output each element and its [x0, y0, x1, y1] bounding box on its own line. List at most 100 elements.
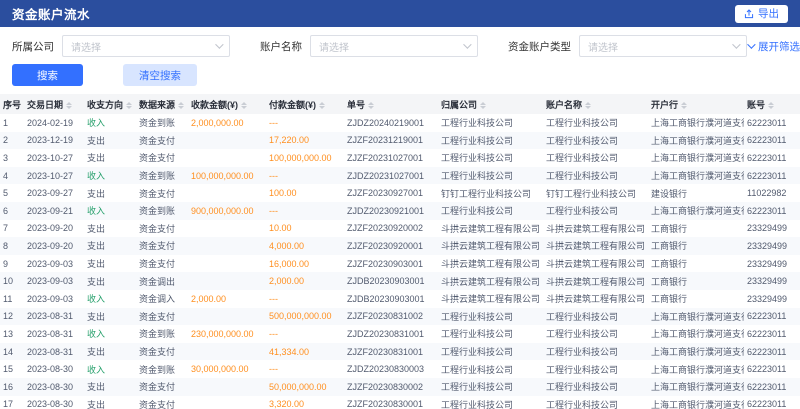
cell-number: 62223011 [744, 343, 800, 361]
sort-icon[interactable] [241, 102, 247, 109]
cell-receipt [188, 272, 266, 290]
cell-direction: 收入 [84, 202, 136, 220]
cell-number: 23329499 [744, 237, 800, 255]
cell-receipt [188, 378, 266, 396]
sort-icon[interactable] [66, 102, 72, 109]
column-header-label: 开户行 [651, 100, 678, 110]
sort-icon[interactable] [480, 102, 486, 109]
company-select[interactable]: 请选择 [62, 35, 230, 57]
table-row: 112023-09-03收入资金调入2,000.00---ZJDB2023090… [0, 290, 800, 308]
export-button[interactable]: 导出 [735, 5, 788, 23]
cell-number: 62223011 [744, 396, 800, 409]
cell-bank: 上海工商银行濮河道支行 [648, 396, 744, 409]
table-row: 22023-12-19支出资金支付17,220.00ZJZF2023121900… [0, 132, 800, 150]
column-header[interactable]: 账户名称 [543, 94, 648, 114]
cell-payment: 17,220.00 [266, 132, 344, 150]
column-header[interactable]: 数据来源 [136, 94, 188, 114]
cell-company: 工程行业科技公司 [438, 378, 543, 396]
cell-bank: 上海工商银行濮河道支行 [648, 325, 744, 343]
cell-number: 23329499 [744, 220, 800, 238]
cell-direction: 支出 [84, 378, 136, 396]
cell-direction: 支出 [84, 237, 136, 255]
table-row: 142023-08-31支出资金支付41,334.00ZJZF202308310… [0, 343, 800, 361]
column-header[interactable]: 付款金额(¥) [266, 94, 344, 114]
sort-icon[interactable] [585, 102, 591, 109]
cell-receipt: 900,000,000.00 [188, 202, 266, 220]
cell-source: 资金支付 [136, 308, 188, 326]
cell-source: 资金支付 [136, 220, 188, 238]
cell-no: 12 [0, 308, 24, 326]
cell-receipt [188, 237, 266, 255]
column-header[interactable]: 单号 [344, 94, 438, 114]
chevron-down-icon [463, 40, 471, 48]
table-row: 62023-09-21收入资金到账900,000,000.00---ZJDZ20… [0, 202, 800, 220]
cell-number: 62223011 [744, 132, 800, 150]
column-header[interactable]: 交易日期 [24, 94, 84, 114]
cell-company: 工程行业科技公司 [438, 396, 543, 409]
cell-date: 2023-08-31 [24, 325, 84, 343]
cell-account: 工程行业科技公司 [543, 114, 648, 132]
cell-receipt [188, 396, 266, 409]
cell-no: 10 [0, 272, 24, 290]
account-type-select[interactable]: 请选择 [579, 35, 747, 57]
cell-bank: 上海工商银行濮河道支行 [648, 378, 744, 396]
expand-filters-link[interactable]: 展开筛选 [747, 39, 800, 54]
column-header-label: 归属公司 [441, 100, 477, 110]
clear-search-button[interactable]: 清空搜索 [123, 64, 197, 86]
cell-company: 工程行业科技公司 [438, 167, 543, 185]
cell-source: 资金调出 [136, 272, 188, 290]
sort-icon[interactable] [126, 102, 132, 109]
actions-row: 搜索 清空搜索 [0, 57, 800, 94]
account-name-select[interactable]: 请选择 [310, 35, 478, 57]
cell-no: 5 [0, 184, 24, 202]
cell-no: 3 [0, 149, 24, 167]
sort-icon[interactable] [681, 102, 687, 109]
cell-account: 斗拱云建筑工程有限公司 [543, 220, 648, 238]
cell-direction: 支出 [84, 132, 136, 150]
table-row: 152023-08-30收入资金到账30,000,000.00---ZJDZ20… [0, 360, 800, 378]
company-select-placeholder: 请选择 [71, 39, 101, 54]
cell-receipt [188, 308, 266, 326]
column-header[interactable]: 开户行 [648, 94, 744, 114]
cell-order: ZJDB20230903001 [344, 290, 438, 308]
cell-receipt: 2,000,000.00 [188, 114, 266, 132]
sort-icon[interactable] [178, 102, 184, 109]
cell-date: 2023-09-20 [24, 220, 84, 238]
cell-no: 7 [0, 220, 24, 238]
cell-receipt [188, 255, 266, 273]
cell-direction: 收入 [84, 114, 136, 132]
search-button[interactable]: 搜索 [12, 64, 83, 86]
cell-direction: 收入 [84, 290, 136, 308]
cell-account: 斗拱云建筑工程有限公司 [543, 290, 648, 308]
cell-receipt [188, 220, 266, 238]
cell-order: ZJDZ20230831001 [344, 325, 438, 343]
cell-account: 斗拱云建筑工程有限公司 [543, 237, 648, 255]
cell-source: 资金到账 [136, 325, 188, 343]
cell-direction: 收入 [84, 360, 136, 378]
table-row: 102023-09-03支出资金调出2,000.00ZJDB2023090300… [0, 272, 800, 290]
cell-number: 62223011 [744, 360, 800, 378]
page-title: 资金账户流水 [12, 4, 90, 23]
cell-company: 斗拱云建筑工程有限公司 [438, 220, 543, 238]
column-header[interactable]: 收款金额(¥) [188, 94, 266, 114]
cell-date: 2023-10-27 [24, 167, 84, 185]
cell-order: ZJDZ20231027001 [344, 167, 438, 185]
table-row: 52023-09-27支出资金支付100.00ZJZF20230927001钉钉… [0, 184, 800, 202]
account-type-filter-label: 资金账户类型 [508, 39, 571, 54]
cell-payment: 16,000.00 [266, 255, 344, 273]
cell-source: 资金支付 [136, 396, 188, 409]
table-row: 72023-09-20支出资金支付10.00ZJZF20230920002斗拱云… [0, 220, 800, 238]
column-header[interactable]: 归属公司 [438, 94, 543, 114]
cell-date: 2023-09-27 [24, 184, 84, 202]
cell-date: 2023-09-03 [24, 255, 84, 273]
table-row: 92023-09-03支出资金支付16,000.00ZJZF2023090300… [0, 255, 800, 273]
cell-no: 2 [0, 132, 24, 150]
sort-icon[interactable] [368, 102, 374, 109]
sort-icon[interactable] [319, 102, 325, 109]
table-row: 162023-08-30支出资金支付50,000,000.00ZJZF20230… [0, 378, 800, 396]
sort-icon[interactable] [768, 102, 774, 109]
cell-order: ZJZF20230903001 [344, 255, 438, 273]
column-header[interactable]: 收支方向 [84, 94, 136, 114]
column-header[interactable]: 账号 [744, 94, 800, 114]
cell-payment: 41,334.00 [266, 343, 344, 361]
